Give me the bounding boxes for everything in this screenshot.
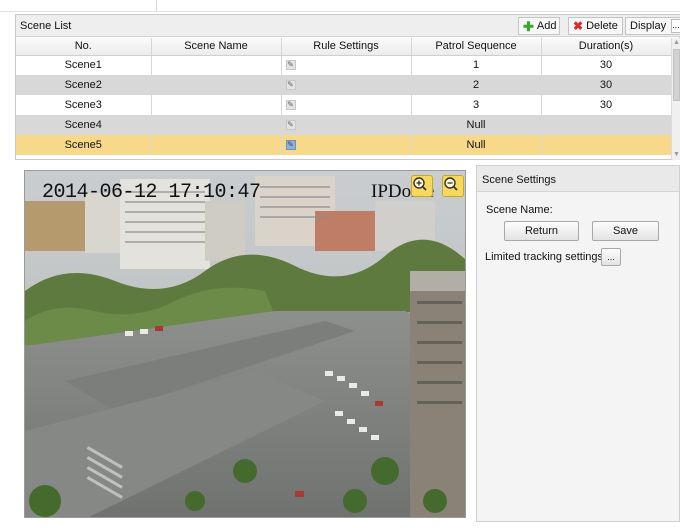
table-scrollbar[interactable]: ▲ ▼ <box>671 38 680 160</box>
edit-rule-icon[interactable]: ✎ <box>285 120 296 131</box>
cell-no: Scene5 <box>16 135 152 155</box>
cell-rule-settings: ✎ <box>281 75 412 95</box>
scene-table: No. Scene Name Rule Settings Patrol Sequ… <box>16 38 672 155</box>
column-header-rule-settings[interactable]: Rule Settings <box>281 38 412 56</box>
scene-name-label: Scene Name: <box>486 204 553 216</box>
cell-duration[interactable]: 30 <box>541 95 672 115</box>
zoom-out-button[interactable] <box>442 175 464 197</box>
cell-patrol-sequence: 3 <box>411 95 542 115</box>
delete-scene-button[interactable]: ✖ Delete <box>568 17 623 35</box>
cell-no: Scene3 <box>16 95 152 115</box>
edit-rule-icon[interactable]: ✎ <box>285 60 296 71</box>
column-header-duration[interactable]: Duration(s) <box>541 38 672 56</box>
cell-scene-name[interactable] <box>151 115 282 135</box>
zoom-in-button[interactable] <box>411 175 433 197</box>
camera-scene-image <box>25 171 465 517</box>
scroll-down-arrow-icon[interactable]: ▼ <box>672 150 680 160</box>
scene-settings-panel: Scene Settings Scene Name: Return Save L… <box>476 165 680 522</box>
column-header-patrol-sequence[interactable]: Patrol Sequence <box>411 38 542 56</box>
zoom-out-icon <box>444 177 458 191</box>
tab-divider <box>87 0 157 11</box>
table-row[interactable]: Scene3 ✎ 3 30 <box>16 95 672 115</box>
cell-scene-name[interactable] <box>151 95 282 115</box>
cell-patrol-sequence: 1 <box>411 55 542 75</box>
cell-patrol-sequence: Null <box>411 135 542 155</box>
limited-tracking-settings-button[interactable]: ... <box>601 248 621 266</box>
add-label: Add <box>536 20 557 32</box>
cell-scene-name[interactable] <box>151 55 282 75</box>
cell-no: Scene1 <box>16 55 152 75</box>
plus-icon: ✚ <box>523 18 534 34</box>
cell-scene-name[interactable] <box>151 75 282 95</box>
top-strip <box>0 0 680 12</box>
table-row[interactable]: Scene4 ✎ Null <box>16 115 672 135</box>
cell-scene-name[interactable] <box>151 135 282 155</box>
cell-patrol-sequence: 2 <box>411 75 542 95</box>
edit-rule-icon[interactable]: ✎ <box>285 140 296 151</box>
cell-rule-settings: ✎ <box>281 95 412 115</box>
scroll-up-arrow-icon[interactable]: ▲ <box>672 38 680 48</box>
table-row[interactable]: Scene1 ✎ 1 30 <box>16 55 672 75</box>
cell-duration[interactable] <box>541 135 672 155</box>
cell-no: Scene4 <box>16 115 152 135</box>
table-row-selected[interactable]: Scene5 ✎ Null <box>16 135 672 155</box>
add-scene-button[interactable]: ✚ Add <box>518 17 560 35</box>
video-timestamp: 2014-06-12 17:10:47 <box>42 181 261 204</box>
column-header-no[interactable]: No. <box>16 38 152 56</box>
limited-tracking-label: Limited tracking settings <box>485 251 603 263</box>
return-button[interactable]: Return <box>504 221 579 241</box>
edit-rule-icon[interactable]: ✎ <box>285 80 296 91</box>
cell-rule-settings: ✎ <box>281 135 412 155</box>
column-header-scene-name[interactable]: Scene Name <box>151 38 282 56</box>
scene-list-panel: Scene List ✚ Add ✖ Delete Display ... No… <box>15 14 680 160</box>
cell-rule-settings: ✎ <box>281 115 412 135</box>
delete-x-icon: ✖ <box>573 19 584 33</box>
delete-label: Delete <box>586 20 618 32</box>
display-button[interactable]: Display ... <box>625 17 680 35</box>
scroll-thumb[interactable] <box>673 49 680 101</box>
zoom-in-icon <box>413 177 427 191</box>
cell-duration[interactable] <box>541 115 672 135</box>
table-row[interactable]: Scene2 ✎ 2 30 <box>16 75 672 95</box>
scene-settings-title: Scene Settings <box>477 166 679 192</box>
cell-rule-settings: ✎ <box>281 55 412 75</box>
display-label: Display <box>630 20 667 32</box>
table-header-row: No. Scene Name Rule Settings Patrol Sequ… <box>16 38 672 56</box>
scene-list-header: Scene List ✚ Add ✖ Delete Display ... <box>16 15 680 37</box>
display-more-button[interactable]: ... <box>671 19 680 33</box>
cell-patrol-sequence: Null <box>411 115 542 135</box>
live-video-view[interactable]: 2014-06-12 17:10:47 IPDome <box>24 170 466 518</box>
edit-rule-icon[interactable]: ✎ <box>285 100 296 111</box>
save-button[interactable]: Save <box>592 221 659 241</box>
cell-duration[interactable]: 30 <box>541 75 672 95</box>
cell-duration[interactable]: 30 <box>541 55 672 75</box>
scene-list-title: Scene List <box>20 20 72 32</box>
cell-no: Scene2 <box>16 75 152 95</box>
